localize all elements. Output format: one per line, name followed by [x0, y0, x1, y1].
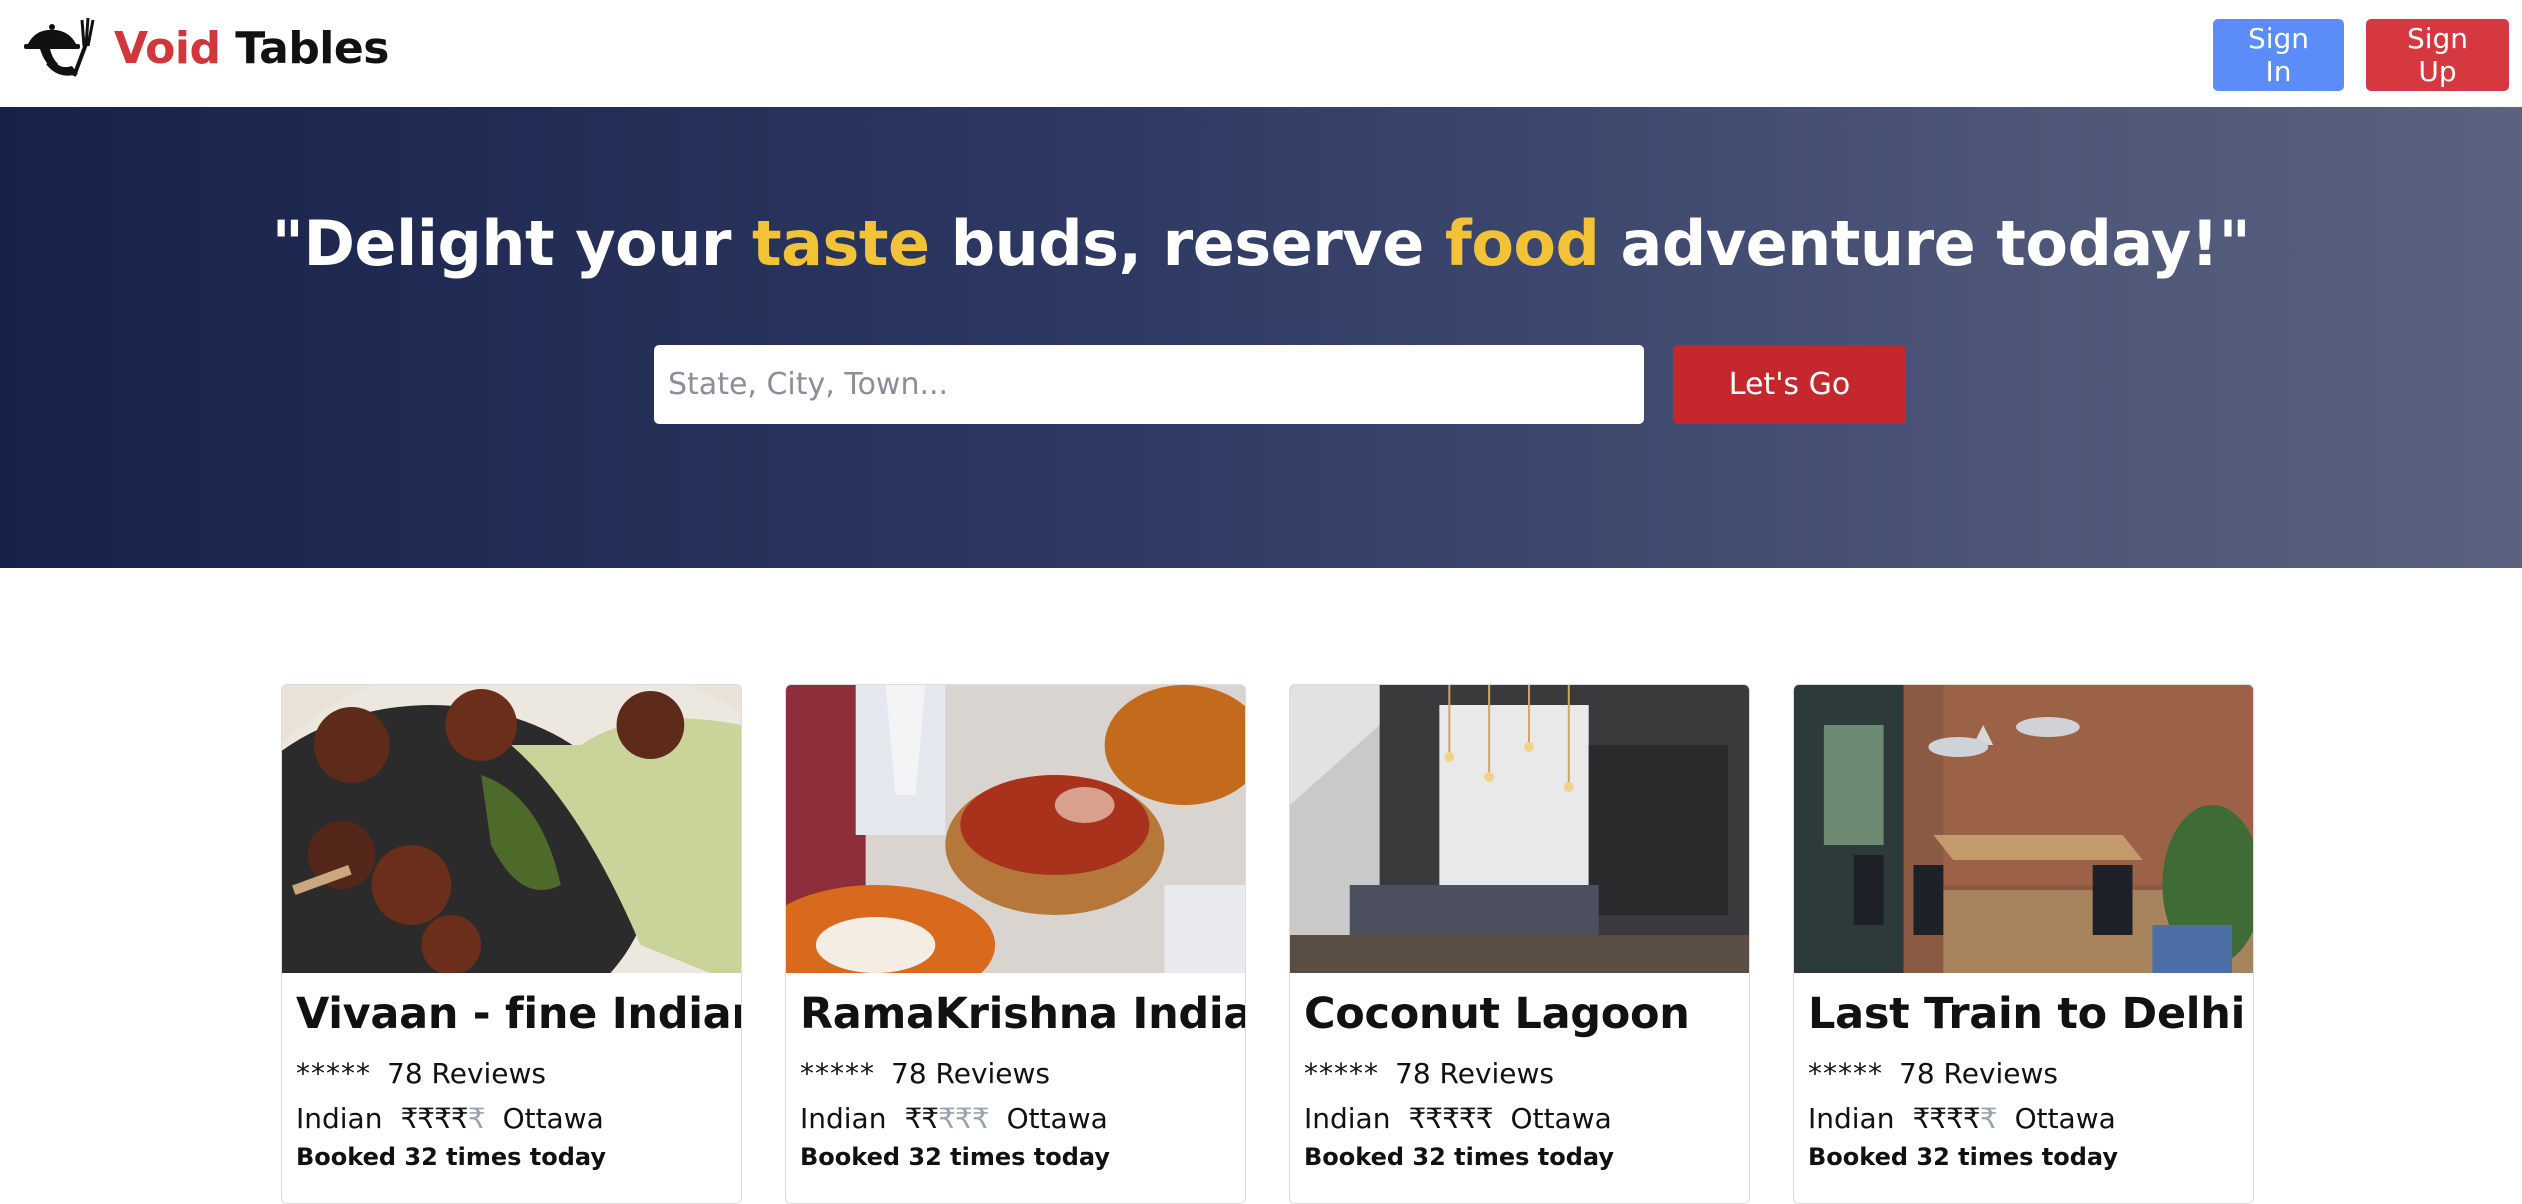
rating-row: ***** 78 Reviews	[1808, 1057, 2239, 1090]
sign-up-button[interactable]: Sign Up	[2366, 19, 2509, 91]
hero-title-part3: adventure today!"	[1599, 207, 2251, 280]
review-count: 78 Reviews	[1395, 1057, 1555, 1090]
review-count: 78 Reviews	[891, 1057, 1051, 1090]
city-label: Ottawa	[2014, 1102, 2116, 1135]
restaurant-image	[786, 685, 1245, 973]
review-count: 78 Reviews	[1899, 1057, 2059, 1090]
booking-count: Booked 32 times today	[296, 1143, 607, 1171]
brand-name-void: Void	[114, 22, 221, 74]
cuisine-label: Indian	[1304, 1102, 1391, 1135]
meta-row: Indian ₹₹₹₹₹ Ottawa	[296, 1102, 727, 1135]
restaurant-name: Last Train to Delhi	[1808, 989, 2246, 1039]
navbar: Void Tables Sign In Sign Up	[0, 0, 2522, 107]
price-filled: ₹₹₹₹₹	[1408, 1102, 1493, 1135]
price-empty: ₹	[1979, 1102, 1998, 1135]
price-filled: ₹₹₹₹	[400, 1102, 468, 1135]
meta-row: Indian ₹₹₹₹₹ Ottawa	[1808, 1102, 2239, 1135]
cuisine-label: Indian	[296, 1102, 383, 1135]
price-filled: ₹₹₹₹	[1912, 1102, 1980, 1135]
rating-row: ***** 78 Reviews	[800, 1057, 1231, 1090]
price-empty: ₹₹₹	[938, 1102, 989, 1135]
price-level: ₹₹₹₹₹	[1912, 1102, 1998, 1135]
price-level: ₹₹₹₹₹	[400, 1102, 486, 1135]
price-level: ₹₹₹₹₹	[904, 1102, 989, 1135]
meta-row: Indian ₹₹₹₹₹ Ottawa	[1304, 1102, 1735, 1135]
restaurant-card[interactable]: Coconut Lagoon ***** 78 Reviews Indian ₹…	[1289, 684, 1750, 1204]
rating-row: ***** 78 Reviews	[296, 1057, 727, 1090]
sign-in-button[interactable]: Sign In	[2213, 19, 2344, 91]
brand-name: Void Tables	[114, 23, 389, 74]
booking-count: Booked 32 times today	[1304, 1143, 1615, 1171]
hero-title-part2: buds, reserve	[929, 207, 1445, 280]
restaurant-image	[1794, 685, 2253, 973]
booking-count: Booked 32 times today	[800, 1143, 1111, 1171]
meta-row: Indian ₹₹₹₹₹ Ottawa	[800, 1102, 1231, 1135]
restaurant-name: Vivaan - fine Indian	[296, 989, 742, 1039]
price-empty: ₹	[467, 1102, 486, 1135]
price-level: ₹₹₹₹₹	[1408, 1102, 1493, 1135]
location-search-input[interactable]	[654, 345, 1644, 424]
city-label: Ottawa	[1510, 1102, 1612, 1135]
brand-name-tables: Tables	[235, 22, 389, 74]
star-rating: *****	[1304, 1057, 1379, 1090]
restaurant-card[interactable]: RamaKrishna Indian ***** 78 Reviews Indi…	[785, 684, 1246, 1204]
star-rating: *****	[296, 1057, 371, 1090]
hero-highlight-food: food	[1444, 207, 1600, 280]
review-count: 78 Reviews	[387, 1057, 547, 1090]
cuisine-label: Indian	[800, 1102, 887, 1135]
city-label: Ottawa	[502, 1102, 604, 1135]
restaurant-name: Coconut Lagoon	[1304, 989, 1690, 1039]
star-rating: *****	[1808, 1057, 1883, 1090]
hero-banner: "Delight your taste buds, reserve food a…	[0, 107, 2522, 568]
restaurant-card[interactable]: Vivaan - fine Indian ***** 78 Reviews In…	[281, 684, 742, 1204]
rating-row: ***** 78 Reviews	[1304, 1057, 1735, 1090]
restaurant-name: RamaKrishna Indian	[800, 989, 1246, 1039]
restaurant-card-grid: Vivaan - fine Indian ***** 78 Reviews In…	[281, 684, 2256, 1204]
cuisine-label: Indian	[1808, 1102, 1895, 1135]
restaurant-image	[282, 685, 741, 973]
hero-title: "Delight your taste buds, reserve food a…	[0, 207, 2522, 280]
booking-count: Booked 32 times today	[1808, 1143, 2119, 1171]
price-filled: ₹₹	[904, 1102, 939, 1135]
brand-link[interactable]: Void Tables	[22, 14, 389, 82]
hero-title-part1: "Delight your	[271, 207, 753, 280]
hero-highlight-taste: taste	[752, 207, 930, 280]
restaurant-image	[1290, 685, 1749, 973]
lets-go-button[interactable]: Let's Go	[1673, 345, 1906, 424]
waiter-tray-icon	[24, 17, 95, 77]
city-label: Ottawa	[1006, 1102, 1108, 1135]
star-rating: *****	[800, 1057, 875, 1090]
restaurant-card[interactable]: Last Train to Delhi ***** 78 Reviews Ind…	[1793, 684, 2254, 1204]
